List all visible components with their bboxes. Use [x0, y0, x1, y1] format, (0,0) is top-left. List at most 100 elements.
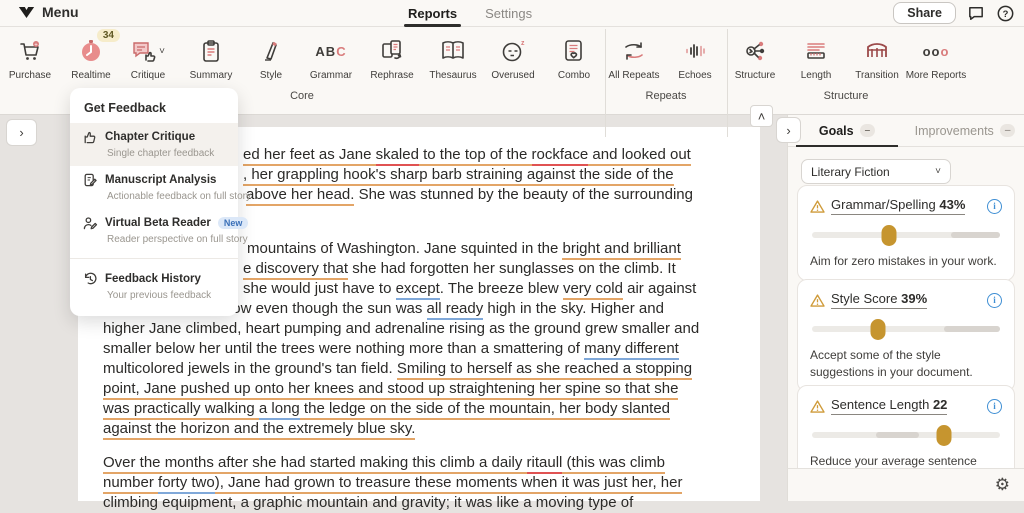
style-suggestion-text[interactable]: ed her feet as Jane — [243, 146, 376, 166]
tab-reports[interactable]: Reports — [408, 0, 457, 27]
person-pencil-icon — [82, 215, 98, 231]
nodes-icon — [742, 38, 768, 64]
slider-knob[interactable] — [936, 425, 951, 446]
style-suggestion-text[interactable]: (this was climb — [562, 454, 665, 474]
history-icon — [82, 271, 98, 287]
style-suggestion-text[interactable]: ), Jane had grown to treasure these mome… — [215, 474, 683, 494]
document-text-line[interactable]: climbing equipment, a graphic mountain a… — [103, 493, 633, 513]
app-menu[interactable]: Menu — [18, 4, 79, 20]
tab-settings[interactable]: Settings — [485, 0, 532, 27]
word-choice-suggestion-text[interactable]: all ready — [427, 300, 484, 320]
document-text-line[interactable]: ed her feet as Jane skaled to the top of… — [243, 145, 691, 165]
style-suggestion-text[interactable]: above her head. — [246, 186, 354, 206]
word-choice-suggestion-text[interactable]: forty two — [158, 474, 215, 494]
goal-description: Aim for zero mistakes in your work. — [810, 253, 1002, 270]
plain-text: multicolored jewels in the ground's tan … — [103, 360, 397, 377]
toolbar-collapse-button[interactable]: ˄ — [750, 105, 773, 127]
style-suggestion-text[interactable]: Over the months after she had started ma… — [103, 454, 527, 474]
goal-slider[interactable] — [812, 225, 1000, 245]
goal-slider[interactable] — [812, 425, 1000, 445]
style-suggestion-text[interactable]: bright and brilliant — [562, 240, 680, 260]
toolbar-item-more-reports[interactable]: oooMore Reports — [899, 35, 973, 81]
goal-slider[interactable] — [812, 319, 1000, 339]
spelling-error-text[interactable]: ritaull — [527, 454, 563, 474]
style-suggestion-text[interactable]: number — [103, 474, 158, 494]
document-text-line[interactable]: Over the months after she had started ma… — [103, 453, 665, 473]
loop-arrows-icon — [621, 38, 647, 64]
style-suggestion-text[interactable]: and looked out — [588, 146, 691, 166]
sidebar-tabs: Goals–Improvements– — [788, 115, 1024, 147]
document-text-line[interactable]: multicolored jewels in the ground's tan … — [103, 359, 692, 379]
bridge-icon — [864, 38, 890, 64]
style-suggestion-text[interactable]: Smiling to herself as she reached a stop… — [397, 360, 692, 380]
feedback-chat-icon[interactable] — [967, 4, 985, 22]
toolbar-group-label-repeats: Repeats — [646, 90, 687, 102]
dropdown-item-subtitle: Single chapter feedback — [107, 148, 226, 159]
document-text-line[interactable]: above her head. She was stunned by the b… — [246, 185, 693, 205]
dropdown-item-subtitle: Actionable feedback on full story — [107, 191, 226, 202]
slider-knob[interactable] — [882, 225, 897, 246]
share-button[interactable]: Share — [893, 2, 956, 24]
document-text-line[interactable]: was practically walking a long the ledge… — [103, 399, 670, 419]
style-suggestion-text[interactable]: point, Jane pushed up onto her knees and… — [103, 380, 678, 400]
document-text-line[interactable]: she would just have to except. The breez… — [243, 279, 696, 299]
plain-text: . The breeze blew — [440, 280, 563, 297]
info-icon[interactable]: i — [987, 199, 1002, 214]
word-choice-suggestion-text[interactable]: except — [396, 280, 440, 300]
toolbar-group-label-structure: Structure — [824, 90, 869, 102]
dropdown-item-subtitle: Your previous feedback — [107, 290, 226, 301]
info-icon[interactable]: i — [987, 293, 1002, 308]
plain-text: she would just have to — [243, 280, 396, 297]
dropdown-item-virtual-beta-reader[interactable]: Virtual Beta ReaderNewReader perspective… — [70, 209, 238, 252]
genre-select-value: Literary Fiction — [811, 165, 890, 179]
top-menu-bar: Menu Reports Settings Share ? — [0, 0, 1024, 27]
svg-text:+: + — [34, 42, 38, 48]
word-choice-suggestion-text[interactable]: many different — [584, 340, 679, 360]
dropdown-divider — [70, 258, 238, 259]
sidebar-collapse-button[interactable]: › — [776, 117, 801, 143]
genre-select[interactable]: Literary Fiction ˅ — [801, 159, 951, 184]
document-text-line[interactable]: higher Jane climbed, heart pumping and a… — [103, 319, 699, 339]
document-text-line[interactable]: e discovery that she had forgotten her s… — [243, 259, 676, 279]
word-choice-suggestion-text[interactable]: a long — [259, 400, 300, 420]
help-icon[interactable]: ? — [996, 4, 1014, 22]
slider-target-range — [951, 232, 1000, 238]
style-suggestion-text[interactable]: to the top of the — [419, 146, 532, 166]
dropdown-item-manuscript-analysis[interactable]: Manuscript AnalysisActionable feedback o… — [70, 166, 238, 209]
document-text-line[interactable]: number forty two), Jane had grown to tre… — [103, 473, 682, 493]
sidebar-tab-improvements[interactable]: Improvements– — [906, 115, 1024, 146]
style-suggestion-text[interactable]: against the horizon and the extremely bl… — [103, 420, 415, 440]
plain-text: She was stunned by the beauty of the sur… — [354, 186, 693, 203]
goal-value: 22 — [933, 397, 947, 412]
dropdown-item-feedback-history[interactable]: Feedback HistoryYour previous feedback — [70, 265, 238, 308]
document-text-line[interactable]: mountains of Washington. Jane squinted i… — [247, 239, 681, 259]
slider-knob[interactable] — [870, 319, 885, 340]
sidebar-tab-goals[interactable]: Goals– — [788, 115, 906, 146]
style-suggestion-text[interactable]: very cold — [563, 280, 623, 300]
info-icon[interactable]: i — [987, 399, 1002, 414]
style-suggestion-text[interactable]: the ledge on the side of the mountain, h… — [300, 400, 670, 420]
slider-target-range — [944, 326, 1000, 332]
tab-count-badge: – — [860, 124, 876, 137]
spelling-error-text[interactable]: rockface — [532, 146, 589, 166]
goal-title: Grammar/Spelling — [831, 197, 936, 212]
left-panel-expand-button[interactable]: › — [6, 119, 37, 146]
warning-icon — [810, 200, 825, 213]
doc-pencil-icon — [82, 172, 98, 188]
settings-gear-icon[interactable]: ⚙ — [995, 475, 1010, 495]
rephrase-icon — [379, 38, 405, 64]
document-text-line[interactable]: , her grappling hook's sharp barb strain… — [243, 165, 674, 185]
dropdown-item-chapter-critique[interactable]: Chapter CritiqueSingle chapter feedback — [70, 123, 238, 166]
document-text-line[interactable]: smaller below her until the trees were n… — [103, 339, 679, 359]
tab-count-badge: – — [1000, 124, 1016, 137]
style-suggestion-text[interactable]: e discovery that — [243, 260, 348, 280]
style-suggestion-text[interactable]: was practically walking — [103, 400, 259, 420]
document-text-line[interactable]: against the horizon and the extremely bl… — [103, 419, 415, 439]
chevron-down-icon: ˅ — [935, 166, 941, 177]
document-text-line[interactable]: point, Jane pushed up onto her knees and… — [103, 379, 678, 399]
spelling-error-text[interactable]: skaled — [376, 146, 419, 166]
plain-text: mountains of Washington. Jane squinted i… — [247, 240, 562, 257]
plain-text: higher Jane climbed, heart pumping and a… — [103, 320, 699, 337]
style-suggestion-text[interactable]: , her grappling hook's sharp barb strain… — [243, 166, 674, 186]
top-tabs: Reports Settings — [408, 0, 532, 27]
